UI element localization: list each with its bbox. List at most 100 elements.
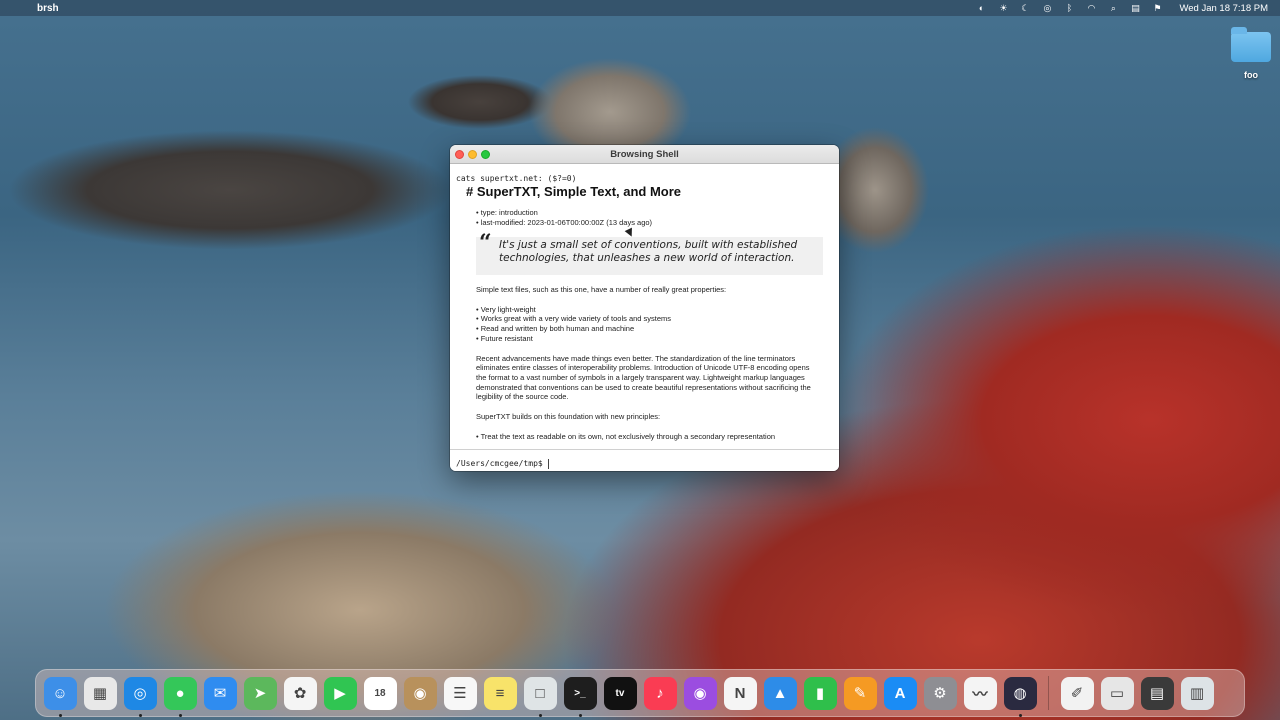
metadata-list: • type: introduction • last-modified: 20… [476, 208, 833, 228]
dock-item-messages[interactable]: ● [163, 676, 197, 717]
moon-icon[interactable]: ☾ [1019, 3, 1031, 14]
app-store-icon: A [894, 684, 906, 702]
dock-item-mail[interactable]: ✉ [203, 676, 237, 710]
dock-item-app-store[interactable]: A [883, 676, 917, 710]
dock-item-photos[interactable]: ✿ [283, 676, 317, 710]
principles-list: • Treat the text as readable on its own,… [476, 432, 821, 442]
launchpad-icon: ▦ [92, 685, 108, 702]
window-titlebar[interactable]: Browsing Shell [450, 145, 839, 164]
close-button[interactable] [455, 150, 464, 159]
list-item: • Treat the text as readable on its own,… [476, 431, 776, 441]
user-icon[interactable]: ◎ [1041, 3, 1053, 14]
dock-item-calendar[interactable]: 18 [363, 676, 397, 710]
dock-item-obs[interactable]: ◍ [1003, 676, 1037, 717]
dock-item-system-settings[interactable]: ⚙ [923, 676, 957, 710]
prompt-label: /Users/cmcgee/tmp$ [456, 459, 543, 468]
photos-icon: ✿ [293, 685, 307, 702]
running-indicator [138, 713, 142, 717]
minimize-button[interactable] [468, 150, 477, 159]
dock-item-numbers[interactable]: ▮ [803, 676, 837, 710]
freeform-icon: □ [535, 684, 545, 702]
dock-item-reminders[interactable]: ☰ [443, 676, 477, 710]
dock-item-facetime[interactable]: ▶ [323, 676, 357, 710]
status-area: ◐ ☀ ☾ ◎ ᛒ ◠ ⌕ ▤ ⚑ Wed Jan 18 7:18 PM [975, 3, 1268, 14]
safari-icon: ◎ [133, 685, 147, 702]
list-item: • Works great with a very wide variety o… [476, 314, 672, 324]
blockquote: “ It's just a small set of conventions, … [476, 232, 823, 275]
textedit-icon: ✐ [1070, 685, 1084, 702]
numbers-icon: ▮ [815, 685, 825, 702]
dock-item-trash[interactable]: ▥ [1180, 676, 1214, 710]
flag-icon[interactable]: ⚑ [1151, 3, 1163, 14]
mail-icon: ✉ [213, 685, 227, 702]
podcasts-icon: ◉ [693, 685, 707, 702]
folder-icon [1231, 27, 1271, 62]
dock-item-safari[interactable]: ◎ [123, 676, 157, 717]
document-view[interactable]: cats supertxt.net: ($?=0) # SuperTXT, Si… [450, 165, 839, 449]
command-echo: cats supertxt.net: ($?=0) [456, 174, 577, 183]
dock-item-textedit[interactable]: ✐ [1060, 676, 1094, 710]
dock-item-apple-tv[interactable]: tv [603, 676, 637, 710]
dock-item-screen-window[interactable]: ▤ [1140, 676, 1174, 710]
desktop-folder-foo[interactable]: foo [1228, 27, 1274, 80]
pages-icon: ✎ [853, 685, 867, 702]
file-doc-icon: ▭ [1109, 685, 1125, 702]
dock-item-pages[interactable]: ✎ [843, 676, 877, 710]
trash-icon: ▥ [1189, 685, 1205, 702]
freeform-2-icon: 〰 [972, 685, 988, 703]
running-indicator [538, 713, 542, 717]
document-heading: # SuperTXT, Simple Text, and More [466, 184, 682, 199]
search-icon[interactable]: ⌕ [1107, 3, 1119, 14]
dock-separator [1048, 676, 1049, 710]
dock-item-terminal[interactable]: >_ [563, 676, 597, 717]
calendar-icon: 18 [374, 687, 386, 699]
running-indicator [578, 713, 582, 717]
dock-item-freeform[interactable]: □ [523, 676, 557, 717]
dock-item-launchpad[interactable]: ▦ [83, 676, 117, 710]
running-indicator [178, 713, 182, 717]
builds-on-paragraph: SuperTXT builds on this foundation with … [476, 412, 661, 422]
command-input[interactable] [547, 458, 788, 469]
system-settings-icon: ⚙ [933, 685, 947, 702]
browsing-shell-window: Browsing Shell cats supertxt.net: ($?=0)… [450, 145, 839, 471]
desktop-folder-label: foo [1244, 70, 1258, 80]
app-menu-name[interactable]: brsh [37, 3, 59, 14]
music-icon: ♪ [656, 684, 664, 702]
meta-type: • type: introduction [476, 208, 538, 217]
running-indicator [58, 713, 62, 717]
notes-icon: ≡ [495, 684, 505, 702]
dock-item-maps[interactable]: ➤ [243, 676, 277, 710]
dock-item-finder[interactable]: ☺ [43, 676, 77, 717]
keynote-icon: ▲ [772, 684, 788, 702]
brightness-icon[interactable]: ☀ [997, 3, 1009, 14]
news-icon: N [734, 684, 746, 702]
terminal-icon: >_ [574, 687, 586, 699]
screen-mirroring-icon[interactable]: ◐ [975, 3, 987, 13]
wifi-icon[interactable]: ◠ [1085, 3, 1097, 14]
menu-bar: brsh ◐ ☀ ☾ ◎ ᛒ ◠ ⌕ ▤ ⚑ Wed Jan 18 7:18 P… [0, 0, 1280, 16]
window-title: Browsing Shell [610, 148, 679, 160]
dock-item-music[interactable]: ♪ [643, 676, 677, 710]
dock-item-freeform-2[interactable]: 〰 [963, 676, 997, 710]
meta-last-modified: • last-modified: 2023-01-06T00:00:00Z (1… [476, 218, 653, 227]
bluetooth-icon[interactable]: ᛒ [1063, 3, 1075, 13]
menu-clock[interactable]: Wed Jan 18 7:18 PM [1179, 3, 1268, 14]
dock-item-keynote[interactable]: ▲ [763, 676, 797, 710]
dock-item-news[interactable]: N [723, 676, 757, 710]
prompt-bar: /Users/cmcgee/tmp$ [450, 449, 839, 471]
obs-icon: ◍ [1013, 685, 1027, 702]
contacts-icon: ◉ [413, 685, 427, 702]
dock: ☺ ▦ ◎ ● ✉ ➤ ✿ ▶ 18 ◉ ☰ ≡ □ >_ tv ♪ ◉ N ▲ ▮ ✎ A ⚙ 〰 ◍ ✐ ▭ ▤ ▥ [35, 669, 1245, 717]
dock-item-contacts[interactable]: ◉ [403, 676, 437, 710]
intro-paragraph: Simple text files, such as this one, hav… [476, 285, 727, 294]
properties-list: • Very light-weight • Works great with a… [476, 305, 821, 344]
facetime-icon: ▶ [334, 685, 346, 702]
control-center-icon[interactable]: ▤ [1129, 3, 1141, 14]
messages-icon: ● [175, 684, 185, 702]
running-indicator [1018, 713, 1022, 717]
list-item: • Read and written by both human and mac… [476, 324, 635, 334]
zoom-button[interactable] [481, 150, 490, 159]
dock-item-notes[interactable]: ≡ [483, 676, 517, 710]
dock-item-file-doc[interactable]: ▭ [1100, 676, 1134, 710]
dock-item-podcasts[interactable]: ◉ [683, 676, 717, 710]
